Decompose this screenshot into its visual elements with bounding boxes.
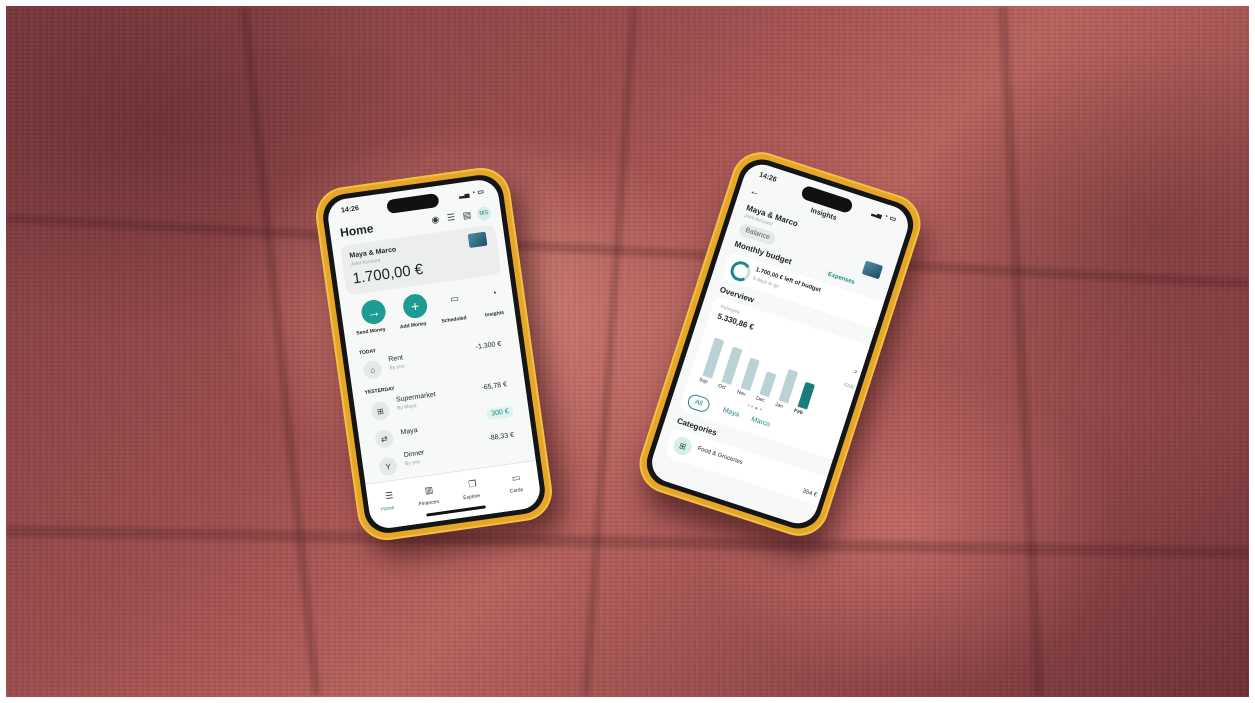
action-label: Insights	[484, 309, 505, 319]
transfer-icon: ⇄	[374, 428, 395, 449]
nav-label: Cards	[509, 486, 524, 495]
calendar-icon[interactable]: ▭	[445, 290, 463, 308]
transaction-title: Dinner	[403, 449, 425, 460]
chart-bar-dec	[759, 371, 777, 398]
avatar[interactable]: MS	[476, 205, 492, 222]
chart-bar-feb	[797, 381, 816, 410]
chart-tick-label: Dec	[755, 395, 766, 404]
category-name: Food & Groceries	[696, 445, 744, 467]
transaction-title: Rent	[387, 354, 404, 364]
chart-tick-label: Feb	[793, 407, 804, 417]
transaction-title: Supermarket	[395, 391, 437, 404]
home-indicator	[426, 505, 486, 517]
card-icon: ▭	[511, 471, 521, 483]
status-time: 14:26	[340, 205, 360, 215]
card-image	[861, 260, 884, 280]
chart-bar-sep	[702, 337, 725, 379]
status-time: 14:26	[758, 171, 778, 184]
action-label: Send Money	[355, 326, 386, 337]
cocktail-icon: Y	[378, 456, 399, 477]
tab-expenses[interactable]: Expenses	[827, 272, 856, 286]
transaction-amount: -1.300 €	[475, 340, 502, 352]
category-amount: 354 €	[801, 488, 818, 499]
chart-bar-jan	[778, 368, 799, 404]
dynamic-island	[800, 184, 854, 215]
fabric-texture	[6, 6, 1249, 697]
cart-icon: ⊞	[671, 434, 695, 458]
transaction-subtitle: By you	[404, 459, 421, 468]
section-today: TODAY	[358, 348, 377, 357]
home-screen: 14:26 ▂▄ ◔ ▭ Home ◉ ☰ ▤ MS Maya & Marco …	[325, 177, 543, 531]
chart-tick-label: Jan	[774, 401, 784, 410]
chart-tick-label: Sep	[698, 376, 709, 386]
pie-chart-icon[interactable]: ◔	[485, 284, 503, 302]
transaction-subtitle: By Maya	[396, 402, 417, 412]
action-label: Scheduled	[441, 315, 468, 325]
transaction-subtitle: By you	[389, 363, 406, 372]
action-label: Add Money	[399, 320, 428, 331]
add-money-button[interactable]: +	[401, 292, 429, 320]
cart-icon: ⊞	[370, 400, 391, 422]
house-icon: ⌂	[362, 359, 383, 380]
chart-bar-nov	[740, 357, 760, 392]
photo-background: 14:26 ▂▄ ◔ ▭ Home ◉ ☰ ▤ MS Maya & Marco …	[6, 6, 1249, 697]
home-icon: ☰	[384, 489, 394, 501]
overview-card[interactable]: February 5.330,86 € › 430€ Sep Oct Nov Dec J…	[678, 295, 874, 462]
filter-marco[interactable]: Marco	[744, 411, 778, 433]
chart-tick-label: Nov	[736, 389, 747, 398]
chart-bar-oct	[721, 346, 743, 385]
explore-icon: ❐	[467, 477, 478, 489]
transaction-title: Maya	[400, 427, 419, 437]
chat-icon[interactable]: ▤	[458, 206, 476, 224]
transaction-amount: -88,33 €	[488, 431, 515, 443]
progress-ring	[727, 258, 754, 284]
card-image	[467, 231, 488, 249]
nav-label: Explore	[462, 492, 481, 502]
filter-all[interactable]: All	[685, 392, 712, 414]
status-icons: ▂▄ ◔ ▭	[870, 209, 897, 224]
chart-tick-label: Oct	[717, 383, 727, 392]
transaction-amount: 300 €	[486, 405, 514, 421]
chevron-right-icon[interactable]: ›	[853, 367, 858, 376]
filter-maya[interactable]: Maya	[715, 402, 747, 423]
send-money-button[interactable]: →	[360, 298, 388, 326]
bar-chart-icon: ▥	[423, 483, 434, 496]
nav-label: Finances	[418, 498, 440, 508]
arrow-right-icon: →	[365, 303, 382, 321]
section-yesterday: YESTERDAY	[364, 385, 395, 396]
back-arrow-icon[interactable]: ←	[748, 185, 761, 199]
transaction-amount: -65,78 €	[481, 381, 508, 392]
plus-icon: +	[409, 297, 421, 315]
page-title: Home	[339, 221, 375, 240]
chart-max-label: 430€	[842, 381, 855, 391]
page-title: Insights	[809, 207, 838, 223]
nav-label: Home	[380, 505, 395, 513]
status-icons: ▂▄ ◔ ▭	[458, 188, 485, 199]
